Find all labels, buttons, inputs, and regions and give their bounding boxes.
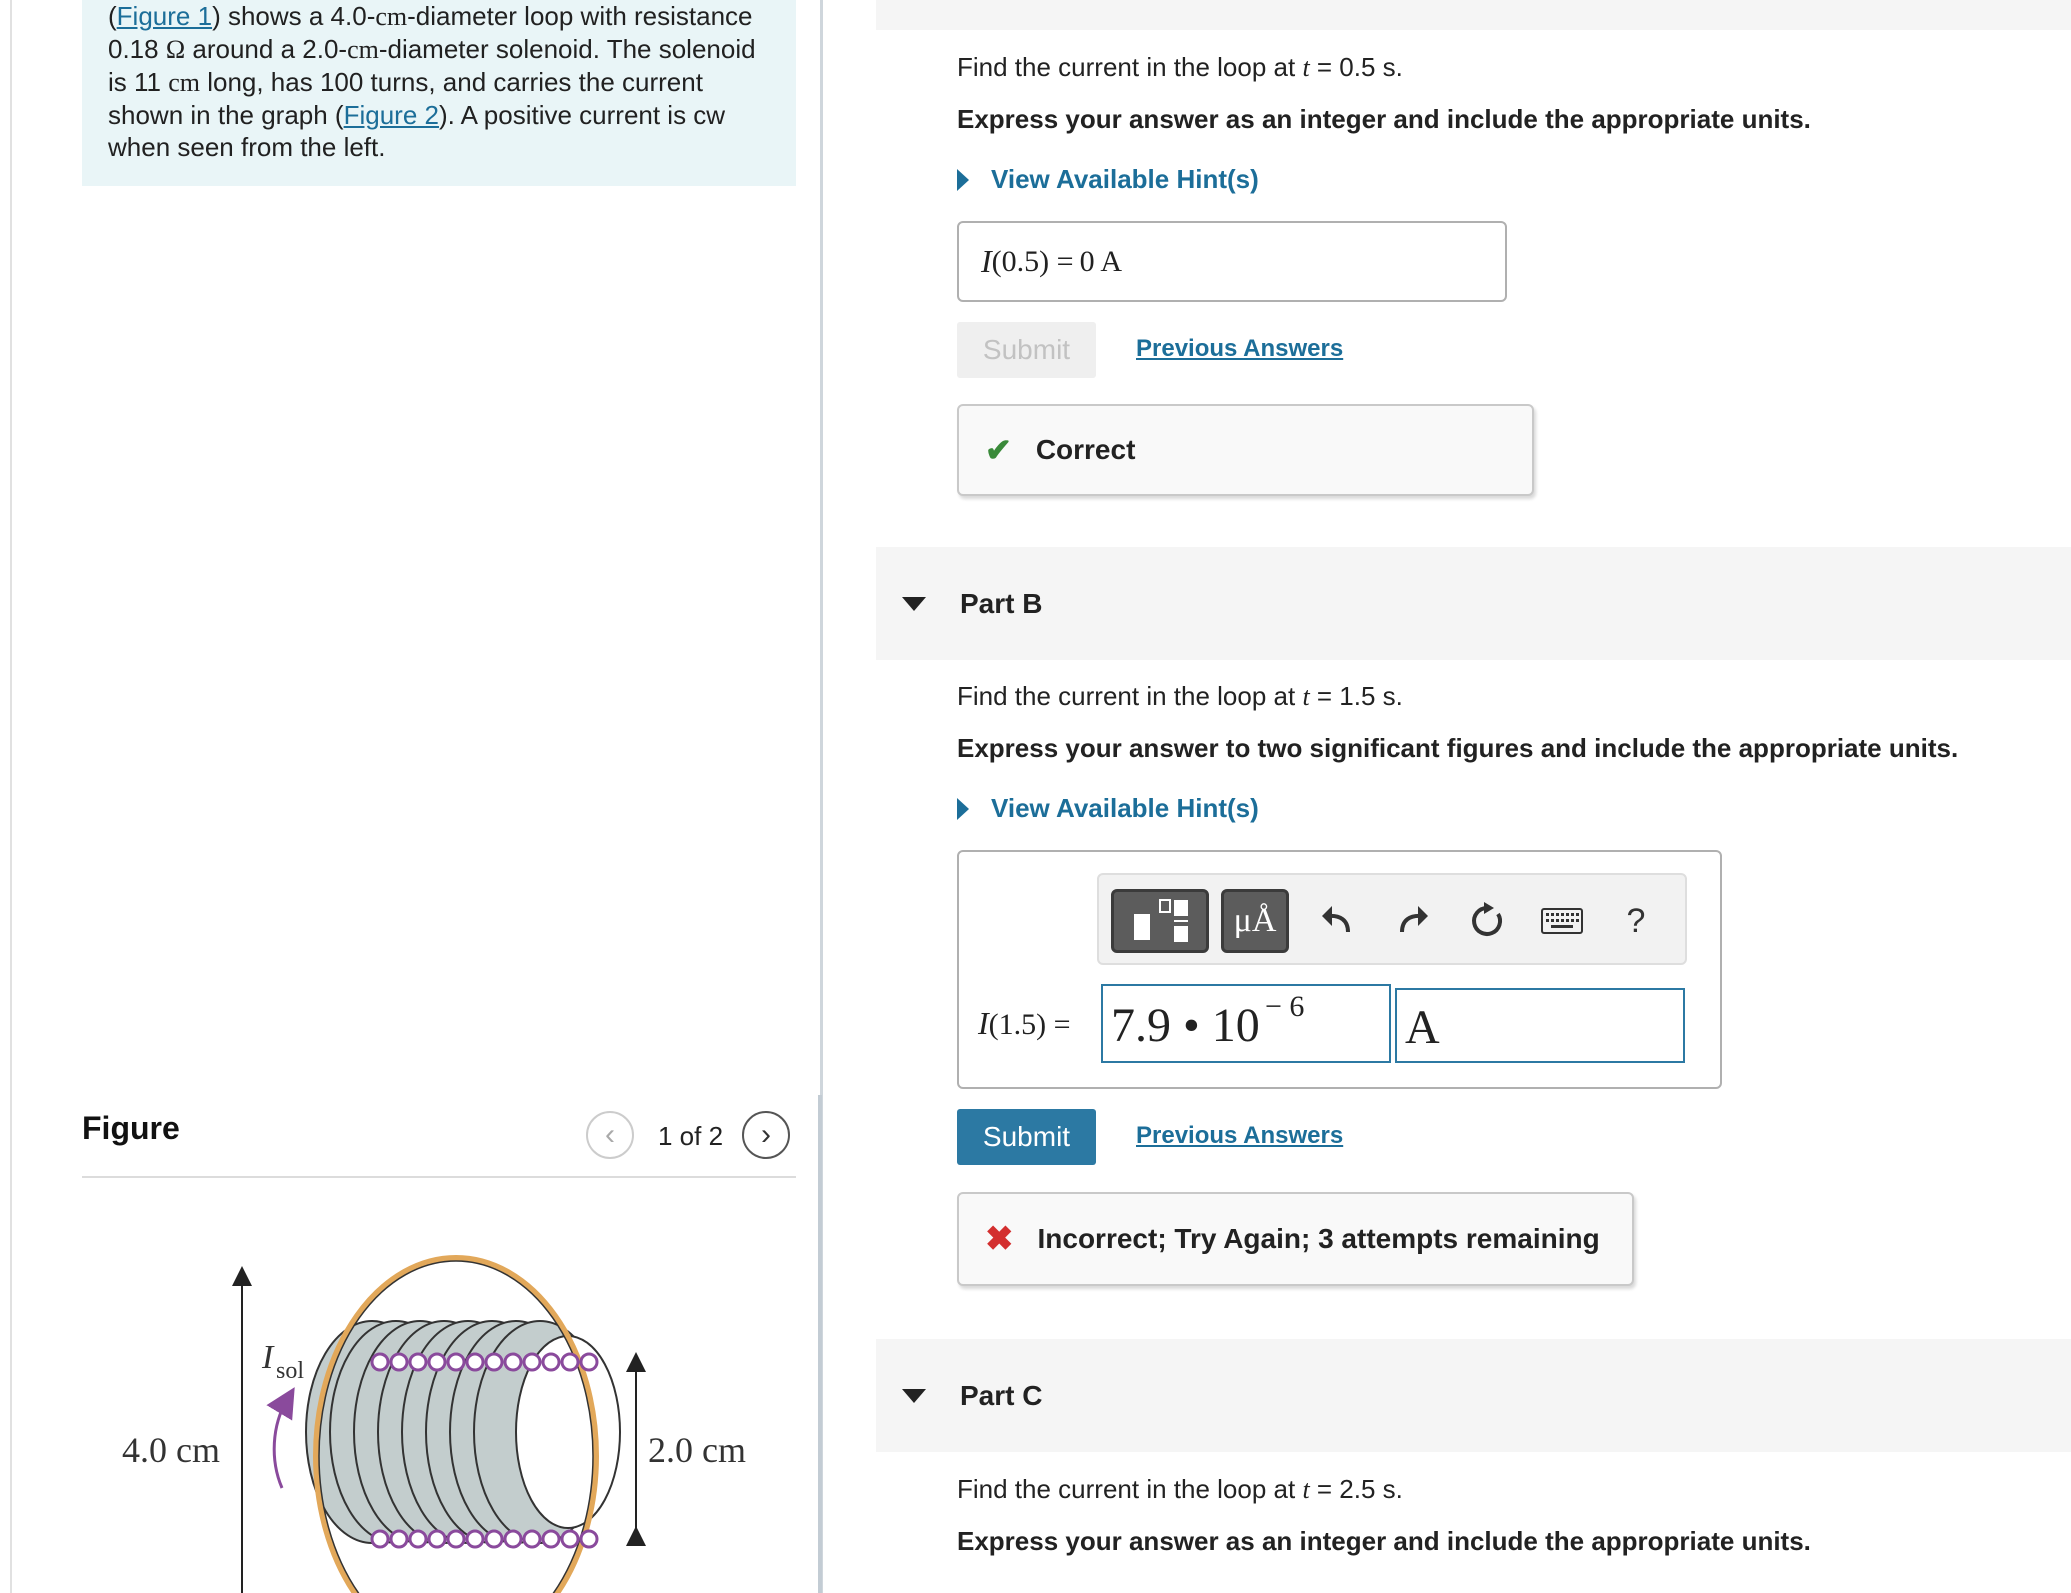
problem-text: ) shows a 4.0-	[212, 1, 376, 31]
loop-diameter-label: 4.0 cm	[122, 1430, 220, 1470]
x-mark-icon: ✖	[985, 1220, 1014, 1258]
next-figure-button[interactable]: ›	[742, 1111, 790, 1159]
problem-statement: (Figure 1) shows a 4.0-cm-diameter loop …	[82, 0, 796, 186]
unit-cm: cm	[375, 2, 408, 31]
help-icon[interactable]: ?	[1611, 889, 1661, 953]
keyboard-icon[interactable]	[1537, 889, 1587, 953]
part-a-feedback: ✔ Correct	[957, 404, 1534, 496]
problem-text: shown in the graph (	[108, 100, 344, 130]
prev-figure-button[interactable]: ‹	[586, 1111, 634, 1159]
current-label-sub: sol	[276, 1358, 304, 1384]
unit-cm: cm	[347, 35, 379, 64]
current-label: I	[261, 1339, 275, 1376]
part-a-instruction: Express your answer as an integer and in…	[957, 104, 1811, 134]
feedback-text: Incorrect; Try Again; 3 attempts remaini…	[1037, 1223, 1600, 1254]
part-a-question: Find the current in the loop at t = 0.5 …	[957, 52, 1403, 82]
expand-triangle-icon	[957, 168, 969, 191]
problem-text: -diameter loop with resistance	[407, 1, 753, 31]
part-b-title: Part B	[960, 587, 1043, 619]
part-b-instruction: Express your answer to two significant f…	[957, 733, 1959, 763]
figure-counter: 1 of 2	[658, 1121, 724, 1151]
value-exponent: − 6	[1265, 990, 1305, 1023]
fraction-template-icon	[1134, 899, 1188, 942]
part-b-previous-answers-link[interactable]: Previous Answers	[1136, 1122, 1343, 1150]
part-b-hint-toggle[interactable]: View Available Hint(s)	[957, 793, 1259, 824]
current-direction-arrow	[266, 1387, 295, 1489]
problem-text: is 11	[108, 67, 169, 97]
figure-header: Figure ‹ 1 of 2 ›	[82, 1104, 796, 1178]
part-a-answer-box: I (0.5) = 0 A	[957, 221, 1507, 302]
part-a-previous-answers-link[interactable]: Previous Answers	[1136, 335, 1343, 363]
solenoid-diameter-label: 2.0 cm	[648, 1430, 746, 1470]
answer-variable: I	[981, 243, 992, 279]
left-border	[10, 0, 12, 1593]
unit-value: A	[1405, 1001, 1440, 1054]
part-a-hint-toggle[interactable]: View Available Hint(s)	[957, 164, 1259, 195]
part-b-question: Find the current in the loop at t = 1.5 …	[957, 681, 1403, 711]
templates-button[interactable]	[1111, 889, 1209, 953]
problem-text: around a 2.0-	[185, 34, 348, 64]
hint-label: View Available Hint(s)	[991, 164, 1259, 194]
expand-triangle-icon	[957, 797, 969, 820]
unit-cm: cm	[168, 68, 200, 97]
solenoid-figure: 4.0 cm I sol 2.0 cm	[122, 1255, 746, 1593]
checkmark-icon: ✔	[985, 432, 1012, 468]
part-c-question: Find the current in the loop at t = 2.5 …	[957, 1474, 1403, 1504]
chevron-right-icon: ›	[761, 1118, 771, 1151]
redo-icon[interactable]	[1389, 889, 1437, 953]
ohm-symbol: Ω	[165, 35, 186, 64]
part-c-title: Part C	[960, 1379, 1043, 1411]
hint-label: View Available Hint(s)	[991, 793, 1259, 823]
collapse-triangle-icon	[902, 1388, 926, 1403]
part-a-answer-value: 0 A	[1079, 244, 1123, 278]
part-b-header[interactable]: Part B	[876, 547, 2071, 660]
part-b-submit-button[interactable]: Submit	[957, 1109, 1096, 1165]
chevron-left-icon: ‹	[605, 1118, 615, 1151]
part-a-band	[876, 0, 2071, 30]
feedback-text: Correct	[1035, 434, 1136, 465]
answer-arg: (0.5) =	[991, 244, 1074, 278]
part-c-header[interactable]: Part C	[876, 1339, 2071, 1452]
part-b-unit-input[interactable]: A	[1395, 988, 1685, 1063]
part-b-value-input[interactable]: 7.9 • 10 − 6	[1101, 984, 1391, 1063]
problem-text: -diameter solenoid. The solenoid	[378, 34, 756, 64]
problem-text: ). A positive current is cw	[438, 100, 726, 130]
problem-text: long, has 100 turns, and carries the cur…	[199, 67, 703, 97]
part-a-submit-button[interactable]: Submit	[957, 322, 1096, 378]
undo-icon[interactable]	[1313, 889, 1361, 953]
problem-text: when seen from the left.	[108, 132, 386, 162]
figure-1-link[interactable]: Figure 1	[117, 1, 212, 31]
panel-divider-lower	[818, 1095, 822, 1593]
figure-title: Figure	[82, 1110, 180, 1146]
figure-2-link[interactable]: Figure 2	[344, 100, 439, 130]
part-c-instruction: Express your answer as an integer and in…	[957, 1526, 1811, 1556]
math-toolbar: μÅ ?	[1097, 873, 1687, 965]
part-b-feedback: ✖ Incorrect; Try Again; 3 attempts remain…	[957, 1192, 1634, 1286]
units-button[interactable]: μÅ	[1221, 889, 1289, 953]
resistance-value: 0.18	[108, 34, 159, 64]
part-b-answer-label: I(1.5) =	[978, 1005, 1071, 1041]
reset-icon[interactable]	[1463, 889, 1511, 953]
value-mantissa: 7.9 • 10	[1111, 999, 1260, 1052]
collapse-triangle-icon	[902, 596, 926, 611]
